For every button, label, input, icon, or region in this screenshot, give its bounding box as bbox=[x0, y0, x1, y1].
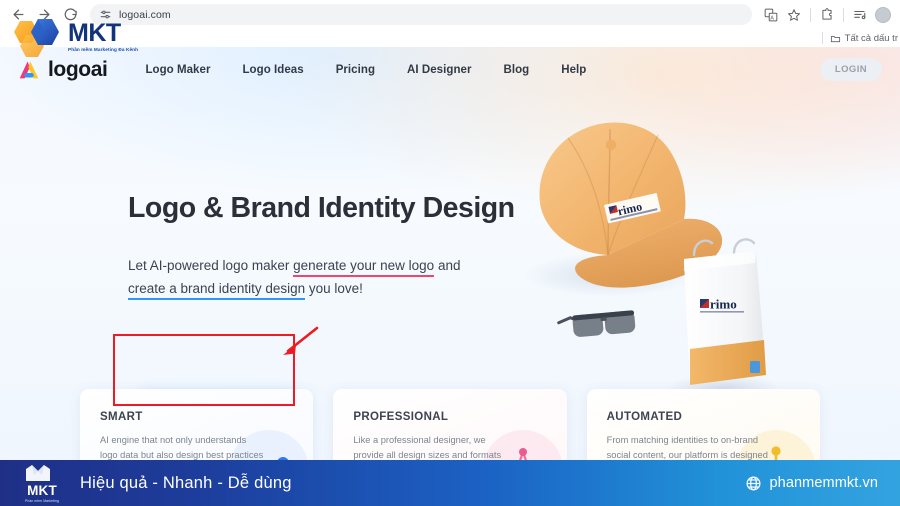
card-title-automated: AUTOMATED bbox=[606, 411, 683, 423]
logoai-brand-text: logoai bbox=[48, 58, 108, 81]
hero-product-mockup: rimo rimo bbox=[498, 103, 798, 403]
hero-highlight-generate: generate your new logo bbox=[293, 258, 435, 278]
address-bar[interactable]: logoai.com bbox=[90, 4, 752, 25]
mkt-watermark-title: MKT bbox=[68, 19, 121, 48]
svg-text:rimo: rimo bbox=[710, 297, 737, 312]
banner-mkt-logo: MKT Phần mềm Marketing bbox=[22, 463, 62, 503]
all-bookmarks-button[interactable]: Tất cả dấu tr bbox=[830, 33, 898, 44]
web-page: logoai Logo Maker Logo Ideas Pricing AI … bbox=[0, 47, 900, 506]
svg-text:A: A bbox=[770, 15, 774, 21]
main-navigation: Logo Maker Logo Ideas Pricing AI Designe… bbox=[129, 58, 602, 82]
bookmarks-divider bbox=[821, 32, 823, 44]
toolbar-divider-2 bbox=[843, 7, 844, 22]
shopping-bag-mockup: rimo bbox=[684, 238, 766, 385]
folder-icon bbox=[830, 35, 840, 42]
mkt-hexagon-icon bbox=[14, 19, 59, 57]
mkt-bottom-banner: MKT Phần mềm Marketing Hiệu quả - Nhanh … bbox=[0, 460, 900, 506]
hero-sub-end: you love! bbox=[305, 281, 363, 297]
bag-tag bbox=[750, 361, 760, 373]
avatar bbox=[875, 6, 891, 23]
sunglasses-mockup bbox=[557, 310, 636, 337]
nav-item-help[interactable]: Help bbox=[545, 58, 602, 82]
card-title-smart: SMART bbox=[100, 411, 143, 423]
reading-list-icon[interactable] bbox=[849, 4, 871, 26]
hero-sub-pre: Let AI-powered logo maker bbox=[128, 258, 294, 274]
toolbar-icon-group: A bbox=[760, 4, 894, 26]
profile-avatar-icon[interactable] bbox=[872, 4, 894, 26]
page-title: Logo & Brand Identity Design bbox=[128, 192, 515, 224]
nav-item-ai-designer[interactable]: AI Designer bbox=[391, 58, 487, 82]
nav-item-blog[interactable]: Blog bbox=[488, 58, 546, 82]
banner-mkt-subtitle: Phần mềm Marketing bbox=[24, 499, 60, 503]
nav-item-pricing[interactable]: Pricing bbox=[320, 58, 391, 82]
mkt-watermark-logo: MKT Phần mềm Marketing Đa Kênh bbox=[8, 17, 139, 57]
nav-item-logo-ideas[interactable]: Logo Ideas bbox=[226, 58, 319, 82]
browser-window: logoai.com A Tất cả dấu tr logoai Logo M… bbox=[0, 0, 900, 506]
banner-mkt-mark-icon bbox=[26, 465, 50, 481]
card-title-professional: PROFESSIONAL bbox=[353, 411, 449, 423]
card-body-automated: From matching identities to on-brand soc… bbox=[606, 435, 768, 461]
nav-item-logo-maker[interactable]: Logo Maker bbox=[129, 58, 226, 82]
logoai-logo-icon bbox=[19, 61, 39, 78]
hero-copy: Logo & Brand Identity Design Let AI-powe… bbox=[128, 191, 528, 301]
extensions-puzzle-icon[interactable] bbox=[816, 4, 838, 26]
translate-icon[interactable]: A bbox=[760, 4, 782, 26]
all-bookmarks-label: Tất cả dấu tr bbox=[844, 32, 898, 44]
mkt-watermark-subtitle: Phần mềm Marketing Đa Kênh bbox=[68, 47, 139, 53]
toolbar-divider bbox=[810, 7, 811, 22]
hero-section: Logo & Brand Identity Design Let AI-powe… bbox=[0, 93, 900, 429]
banner-website-text: phanmemmkt.vn bbox=[769, 475, 878, 491]
bookmark-star-icon[interactable] bbox=[783, 4, 805, 26]
banner-website-group[interactable]: phanmemmkt.vn bbox=[745, 475, 878, 492]
logoai-brand[interactable]: logoai bbox=[18, 57, 108, 84]
banner-mkt-title: MKT bbox=[27, 483, 57, 498]
hero-highlight-brand-identity: create a brand identity design bbox=[128, 281, 306, 301]
hero-subtitle: Let AI-powered logo maker generate your … bbox=[128, 254, 468, 301]
hero-sub-post: and bbox=[434, 258, 461, 274]
banner-slogan: Hiệu quả - Nhanh - Dễ dùng bbox=[80, 473, 292, 492]
login-button[interactable]: LOGIN bbox=[819, 58, 882, 81]
globe-icon bbox=[746, 476, 760, 490]
